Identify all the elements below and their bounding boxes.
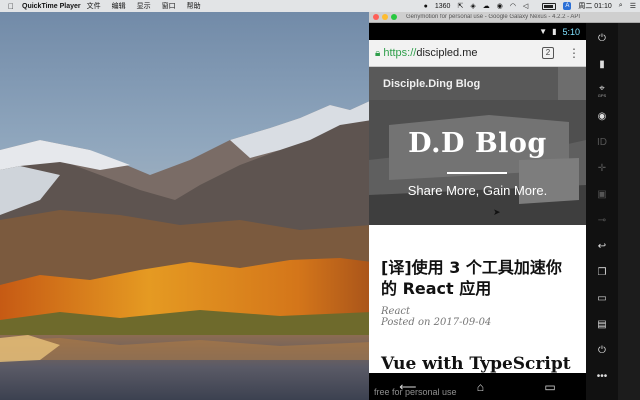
hero-background-image <box>369 100 586 225</box>
wifi-signal-icon: ▼ <box>539 27 548 36</box>
back-icon[interactable]: ↩ <box>590 235 614 257</box>
menu-bar:  QuickTime Player 文件 编辑 显示 窗口 帮助 ● 1360… <box>0 0 640 12</box>
recent-apps-icon[interactable]: ❐ <box>590 261 614 283</box>
browser-url-bar[interactable]: 🔒︎ https://discipled.me 2 ⋮ <box>369 40 586 67</box>
menu-clock[interactable]: 周二 01:10 <box>578 1 611 11</box>
more-icon[interactable]: ••• <box>590 365 614 387</box>
power-button-icon[interactable]: ⏻ <box>590 339 614 361</box>
emulator-window-titlebar[interactable]: Genymotion for personal use - Google Gal… <box>369 12 640 23</box>
power-icon[interactable]: ⏻ <box>590 27 614 49</box>
menu-icon[interactable]: ▤ <box>590 313 614 335</box>
emulator-window-title: Genymotion for personal use - Google Gal… <box>406 14 581 20</box>
app-menu[interactable]: QuickTime Player <box>22 3 81 10</box>
url-field[interactable]: https://discipled.me <box>383 47 542 59</box>
nav-recents-icon[interactable]: ▭ <box>544 380 555 394</box>
url-scheme: https:// <box>383 47 417 59</box>
mouse-cursor-icon: ➤ <box>493 207 501 217</box>
zoom-window-button[interactable] <box>391 14 397 20</box>
tab-switcher-button[interactable]: 2 <box>542 47 554 59</box>
blog-brand-link[interactable]: Disciple.Ding Blog <box>383 78 480 90</box>
post-title-link[interactable]: Vue with TypeScript <box>381 354 574 374</box>
menu-edit[interactable]: 编辑 <box>112 1 126 11</box>
gps-icon[interactable]: ⌖ GPS <box>590 79 614 101</box>
input-method-badge[interactable]: A <box>563 2 572 10</box>
android-status-bar: ▼ ▮ 5:10 <box>369 23 586 40</box>
browser-menu-icon[interactable]: ⋮ <box>568 46 580 60</box>
status-shield-icon[interactable]: ◈ <box>470 2 475 10</box>
blog-hero-header: D.D Blog Share More, Gain More. ➤ <box>369 100 586 225</box>
menu-view[interactable]: 显示 <box>137 1 151 11</box>
post-preview[interactable]: [译]使用 3 个工具加速你的 React 应用 React Posted on… <box>381 257 574 328</box>
menu-window[interactable]: 窗口 <box>162 1 176 11</box>
hero-divider <box>447 172 507 174</box>
secure-lock-icon[interactable]: 🔒︎ <box>375 48 380 59</box>
menu-file[interactable]: 文件 <box>87 1 101 11</box>
nav-home-icon[interactable]: ⌂ <box>477 380 484 394</box>
status-counter[interactable]: 1360 <box>435 3 451 10</box>
close-window-button[interactable] <box>373 14 379 20</box>
network-icon[interactable]: ⊸ <box>590 209 614 231</box>
post-preview[interactable]: Vue with TypeScript <box>381 354 574 374</box>
battery-status-icon: ▮ <box>552 27 557 36</box>
android-screen[interactable]: ▼ ▮ 5:10 🔒︎ https://discipled.me 2 ⋮ Dis… <box>369 23 586 400</box>
volume-icon[interactable]: ◁ <box>523 2 528 10</box>
minimize-window-button[interactable] <box>382 14 388 20</box>
hero-title: D.D Blog <box>408 128 547 159</box>
blog-navbar: Disciple.Ding Blog <box>369 67 586 100</box>
status-cursor-icon[interactable]: ⇱ <box>457 2 463 10</box>
android-clock: 5:10 <box>562 26 580 37</box>
battery-widget-icon[interactable]: ▮ <box>590 53 614 75</box>
spotlight-search-icon[interactable]: ⌕ <box>619 2 623 10</box>
menu-help[interactable]: 帮助 <box>187 1 201 11</box>
media-icon[interactable]: ▣ <box>590 183 614 205</box>
emulator-side-strip <box>618 23 640 400</box>
battery-icon[interactable] <box>535 2 557 10</box>
wifi-icon[interactable]: ◠ <box>510 2 516 10</box>
post-meta-date: Posted on 2017-09-04 <box>381 317 492 328</box>
dpad-icon[interactable]: ✛ <box>590 157 614 179</box>
post-title-link[interactable]: [译]使用 3 个工具加速你的 React 应用 <box>381 257 574 299</box>
webcam-icon[interactable]: ◉ <box>590 105 614 127</box>
url-host: discipled.me <box>416 47 478 59</box>
hero-subtitle: Share More, Gain More. <box>407 183 548 198</box>
status-dot-icon[interactable]: ● <box>424 3 428 10</box>
home-icon[interactable]: ▭ <box>590 287 614 309</box>
notification-center-icon[interactable]: ☰ <box>630 2 636 10</box>
nav-toggle-button[interactable] <box>558 67 586 100</box>
watermark-text: free for personal use <box>374 387 457 397</box>
status-cloud-icon[interactable]: ☁ <box>483 2 490 10</box>
status-eye-icon[interactable]: ◉ <box>497 2 503 10</box>
apple-menu-icon[interactable]:  <box>4 2 18 11</box>
emulator-toolbar: ⏻ ▮ ⌖ GPS ◉ ID ✛ ▣ ⊸ ↩ ❐ ▭ ▤ ⏻ ••• <box>586 23 618 400</box>
identifiers-icon[interactable]: ID <box>590 131 614 153</box>
post-tag[interactable]: React <box>381 306 574 317</box>
